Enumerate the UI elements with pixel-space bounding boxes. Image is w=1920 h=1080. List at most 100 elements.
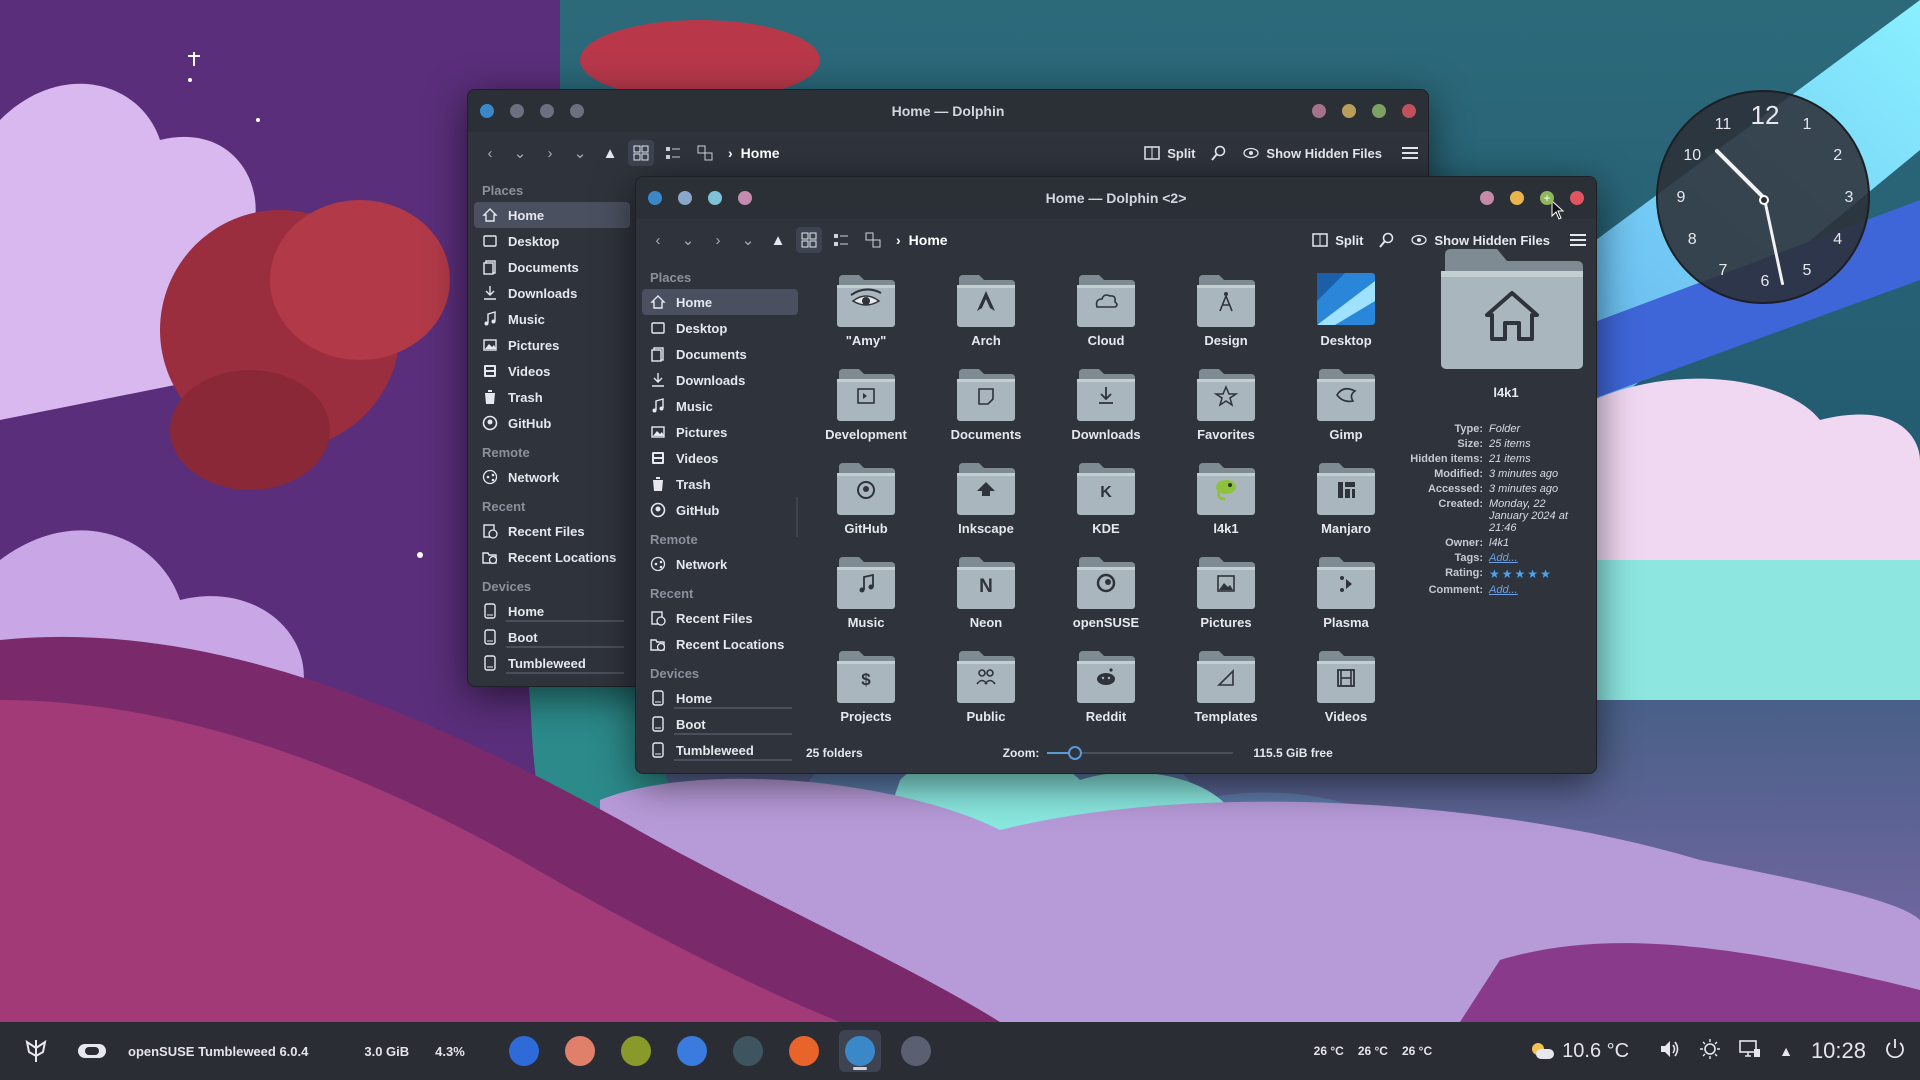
folder-item[interactable]: $ Projects (806, 643, 926, 737)
icons-view-icon[interactable] (628, 140, 654, 166)
place-documents[interactable]: Documents (474, 254, 630, 280)
shade-button[interactable] (1312, 104, 1326, 118)
maximize-button[interactable] (1372, 104, 1386, 118)
weather-icon[interactable] (1530, 1041, 1555, 1061)
place-home[interactable]: Home (474, 202, 630, 228)
place-home[interactable]: Home (642, 289, 798, 315)
folder-item[interactable]: "Amy" (806, 267, 926, 361)
device-tumbleweed[interactable]: Tumbleweed (474, 650, 630, 676)
split-button[interactable]: Split (1312, 232, 1363, 248)
folder-item[interactable]: Desktop (1286, 267, 1406, 361)
place-recent-files[interactable]: Recent Files (474, 518, 630, 544)
folder-item[interactable]: N Neon (926, 549, 1046, 643)
device-home[interactable]: Home (642, 685, 798, 711)
shade-button[interactable] (1480, 191, 1494, 205)
folder-item[interactable]: Gimp (1286, 361, 1406, 455)
window-menu-button[interactable] (678, 191, 692, 205)
place-downloads[interactable]: Downloads (642, 367, 798, 393)
zoom-slider-handle[interactable] (1068, 746, 1083, 760)
search-button[interactable] (1211, 145, 1227, 161)
icons-view-icon[interactable] (796, 227, 822, 253)
folder-item[interactable]: Arch (926, 267, 1046, 361)
search-button[interactable] (1379, 232, 1395, 248)
place-network[interactable]: Network (474, 464, 630, 490)
place-desktop[interactable]: Desktop (642, 315, 798, 341)
taskbar-clock[interactable]: 10:28 (1811, 1038, 1866, 1064)
place-recent-files[interactable]: Recent Files (642, 605, 798, 631)
up-icon[interactable]: ▲ (766, 227, 790, 253)
forward-icon[interactable]: › (538, 140, 562, 166)
compact-view-icon[interactable] (660, 140, 686, 166)
folder-item[interactable]: l4k1 (1166, 455, 1286, 549)
window-menu-button[interactable] (510, 104, 524, 118)
rating-star-icon[interactable]: ★ (1527, 567, 1538, 581)
maximize-button[interactable]: + (1540, 191, 1554, 205)
folder-item[interactable]: GitHub (806, 455, 926, 549)
place-pictures[interactable]: Pictures (474, 332, 630, 358)
minimize-button[interactable] (1510, 191, 1524, 205)
back-icon[interactable]: ‹ (646, 227, 670, 253)
place-github[interactable]: GitHub (474, 410, 630, 436)
details-view-icon[interactable] (692, 140, 718, 166)
folder-item[interactable]: Manjaro (1286, 455, 1406, 549)
place-desktop[interactable]: Desktop (474, 228, 630, 254)
folder-item[interactable]: Reddit (1046, 643, 1166, 737)
place-videos[interactable]: Videos (642, 445, 798, 471)
folder-item[interactable]: K KDE (1046, 455, 1166, 549)
sidebar-splitter[interactable] (796, 497, 798, 537)
place-trash[interactable]: Trash (642, 471, 798, 497)
taskbar-app[interactable] (671, 1030, 713, 1072)
rating-star-icon[interactable]: ★ (1515, 567, 1526, 581)
titlebar[interactable]: Home — Dolphin <2> + (636, 177, 1596, 219)
back-history-chevron-icon[interactable]: ⌄ (676, 227, 700, 253)
expand-tray-icon[interactable]: ▲ (1779, 1043, 1793, 1059)
keep-above-button[interactable] (540, 104, 554, 118)
device-tumbleweed[interactable]: Tumbleweed (642, 737, 798, 763)
device-home[interactable]: Home (474, 598, 630, 624)
keep-below-button[interactable] (570, 104, 584, 118)
compact-view-icon[interactable] (828, 227, 854, 253)
power-icon[interactable] (1884, 1038, 1906, 1065)
zoom-slider[interactable] (1047, 745, 1234, 761)
taskbar-app[interactable] (559, 1030, 601, 1072)
folder-item[interactable]: Public (926, 643, 1046, 737)
place-pictures[interactable]: Pictures (642, 419, 798, 445)
rating-star-icon[interactable]: ★ (1540, 567, 1551, 581)
folder-item[interactable]: Templates (1166, 643, 1286, 737)
taskbar-app[interactable] (615, 1030, 657, 1072)
folder-item[interactable]: Inkscape (926, 455, 1046, 549)
breadcrumb-home[interactable]: Home (909, 232, 948, 248)
keep-below-button[interactable] (738, 191, 752, 205)
add-tags-link[interactable]: Add... (1489, 552, 1518, 564)
details-view-icon[interactable] (860, 227, 886, 253)
folder-item[interactable]: Music (806, 549, 926, 643)
split-button[interactable]: Split (1144, 145, 1195, 161)
forward-icon[interactable]: › (706, 227, 730, 253)
folder-item[interactable]: Cloud (1046, 267, 1166, 361)
taskbar-app[interactable] (895, 1030, 937, 1072)
dolphin-window-front[interactable]: Home — Dolphin <2> + ‹ ⌄ › ⌄ ▲ › Home Spl… (635, 176, 1597, 774)
place-downloads[interactable]: Downloads (474, 280, 630, 306)
place-videos[interactable]: Videos (474, 358, 630, 384)
folder-item[interactable]: Plasma (1286, 549, 1406, 643)
taskbar-app[interactable] (838, 1030, 881, 1072)
application-launcher-icon[interactable] (22, 1037, 50, 1065)
rating-star-icon[interactable]: ★ (1502, 567, 1513, 581)
peek-desktop-icon[interactable] (78, 1044, 106, 1058)
hamburger-menu-icon[interactable] (1402, 146, 1418, 160)
rating-star-icon[interactable]: ★ (1489, 567, 1500, 581)
place-github[interactable]: GitHub (642, 497, 798, 523)
back-icon[interactable]: ‹ (478, 140, 502, 166)
add-comment-link[interactable]: Add... (1489, 584, 1518, 596)
night-light-icon[interactable] (1699, 1038, 1721, 1065)
taskbar-app[interactable] (727, 1030, 769, 1072)
place-music[interactable]: Music (642, 393, 798, 419)
weather-temperature[interactable]: 10.6 °C (1562, 1040, 1629, 1063)
place-music[interactable]: Music (474, 306, 630, 332)
up-icon[interactable]: ▲ (598, 140, 622, 166)
place-recent-locations[interactable]: Recent Locations (474, 544, 630, 570)
forward-history-chevron-icon[interactable]: ⌄ (568, 140, 592, 166)
place-recent-locations[interactable]: Recent Locations (642, 631, 798, 657)
folder-item[interactable]: Design (1166, 267, 1286, 361)
place-documents[interactable]: Documents (642, 341, 798, 367)
